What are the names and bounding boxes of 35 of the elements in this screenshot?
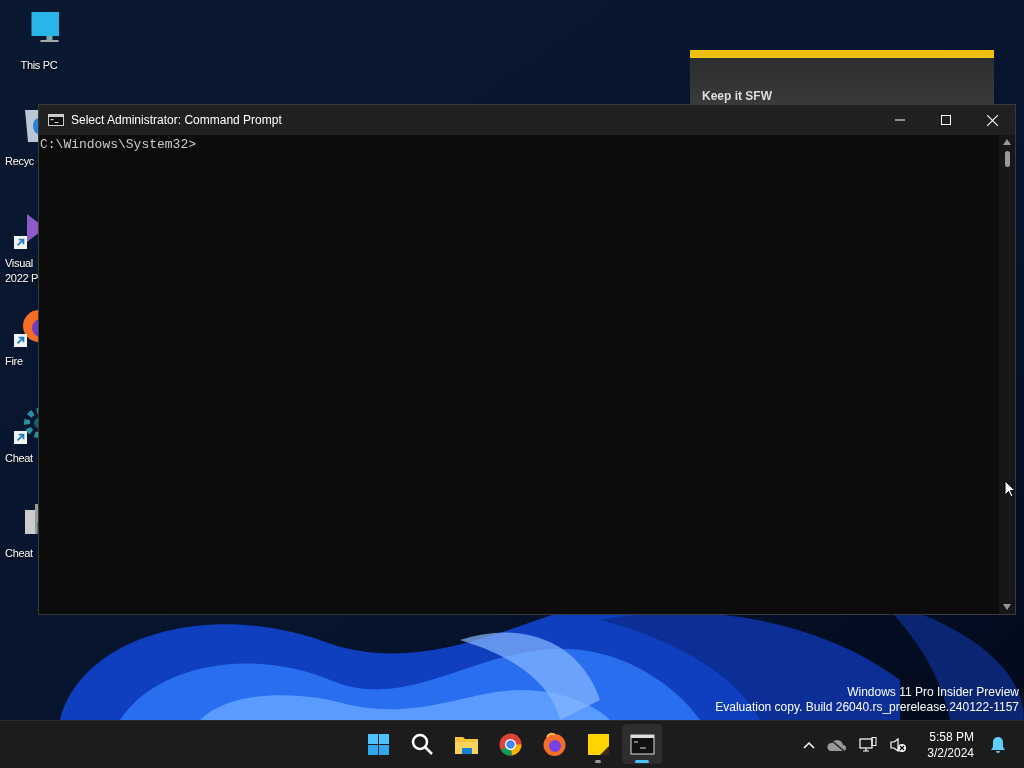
icon-label[interactable]: Cheat	[5, 451, 33, 466]
icon-label[interactable]: This PC	[20, 58, 58, 73]
search-icon	[409, 731, 435, 757]
console-icon	[48, 114, 64, 126]
watermark-text: Evaluation copy. Build 26040.rs_prerelease.240122-1157	[715, 700, 1019, 715]
speaker-muted-icon[interactable]	[889, 736, 908, 753]
console-line: C:\Windows\System32>	[40, 137, 198, 153]
watermark-text: Windows 11 Pro Insider Preview	[847, 685, 1019, 700]
window-title: Select Administrator: Command Prompt	[71, 113, 282, 127]
sticky-note-icon	[585, 731, 611, 757]
chrome-icon	[497, 731, 523, 757]
cloud-icon[interactable]	[827, 737, 848, 752]
icon-label[interactable]: Cheat	[5, 546, 33, 561]
console-icon	[629, 731, 655, 757]
scroll-thumb[interactable]	[1004, 151, 1010, 167]
icon-label[interactable]: 2022 P	[5, 271, 39, 286]
clock[interactable]: 5:58 PM 3/2/2024	[927, 728, 974, 761]
icon-label[interactable]: Visual	[5, 256, 33, 271]
clock-time: 5:58 PM	[929, 728, 974, 745]
taskbar-button[interactable]	[622, 724, 662, 764]
clock-date: 3/2/2024	[927, 744, 974, 761]
notification-toast[interactable]: Keep it SFW	[690, 50, 994, 104]
scroll-down-icon[interactable]	[1003, 604, 1011, 610]
network-icon[interactable]	[859, 736, 878, 753]
notification-title: Keep it SFW	[702, 89, 772, 103]
maximize-icon	[941, 115, 951, 125]
close-icon	[986, 114, 998, 126]
bell-icon[interactable]	[990, 735, 1006, 754]
scroll-up-icon[interactable]	[1003, 139, 1011, 145]
icon-label[interactable]: Recyc	[5, 154, 35, 169]
firefox-icon	[541, 731, 567, 757]
scrollbar[interactable]	[999, 135, 1015, 614]
windows-logo-icon	[365, 731, 391, 757]
icon-label[interactable]: Fire	[5, 354, 23, 369]
chevron-up-icon[interactable]	[803, 740, 816, 749]
